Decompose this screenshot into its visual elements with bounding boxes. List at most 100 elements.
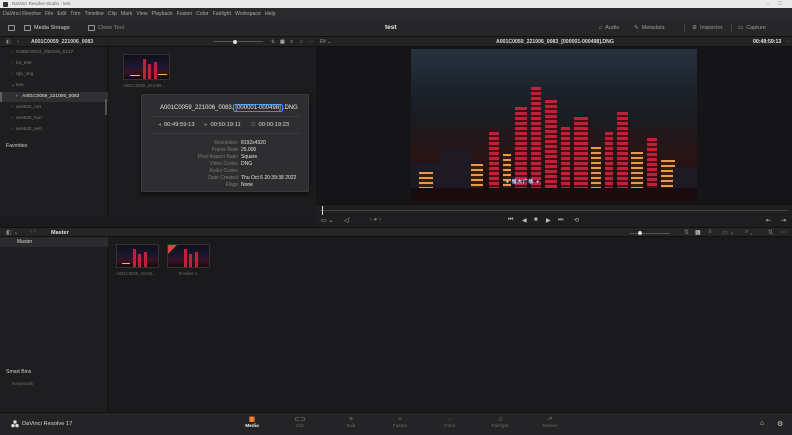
timeline-badge-icon — [168, 245, 177, 254]
search-icon[interactable]: ⌕ ⌄ — [745, 229, 753, 236]
page-tab-edit[interactable]: ≡ Edit — [331, 415, 371, 429]
volume-icon[interactable]: ◁ʾ — [344, 217, 351, 224]
menu-workspace[interactable]: Workspace — [235, 11, 261, 17]
settings-gear-icon[interactable]: ⚙ — [777, 420, 783, 428]
viewer-mode-icon[interactable]: ▭ ⌄ — [321, 217, 333, 224]
list-view-icon[interactable]: ≡ — [708, 229, 712, 235]
more-options-icon[interactable]: ⋯ — [780, 229, 786, 236]
cut-page-icon: ⊏⊐ — [294, 416, 306, 423]
transport-controls: ▭ ⌄ ◁ʾ ‹ ● › ⏮ ◀ ■ ▶ ⏭ ⟲ ⇤ ⇥ — [316, 215, 792, 227]
bin-master[interactable]: Master — [0, 237, 108, 247]
stop-icon[interactable]: ■ — [534, 217, 538, 223]
metadata-button[interactable]: ✎ Metadata — [634, 23, 665, 33]
go-to-end-icon[interactable]: ⏭ — [558, 217, 563, 224]
toolbar-divider — [684, 24, 685, 32]
reverse-play-icon[interactable]: ◀ — [522, 217, 527, 224]
go-to-start-icon[interactable]: ⏮ — [508, 217, 513, 224]
loop-icon[interactable]: ⟲ — [574, 217, 579, 224]
toolbar-divider — [731, 24, 732, 32]
page-tab-cut[interactable]: ⊏⊐ Cut — [280, 415, 320, 429]
keywords-bin[interactable]: Keywords — [12, 382, 33, 387]
source-viewer[interactable]: ● 恒大广场 ● — [316, 47, 792, 204]
slider-handle[interactable] — [233, 39, 237, 44]
media-storage-label: Media Storage — [34, 25, 70, 31]
more-options-icon[interactable]: ⋯ — [785, 37, 790, 47]
menu-help[interactable]: Help — [265, 11, 276, 17]
menu-color[interactable]: Color — [196, 11, 208, 17]
project-title: test — [385, 24, 397, 31]
nav-arrows[interactable]: ‹ › — [30, 229, 36, 235]
sidebar-toggle-icon[interactable]: ◧ ⌄ — [6, 229, 18, 236]
mark-in-icon[interactable]: ⇤ — [766, 217, 771, 224]
clip-caption: A001C0059_221006... — [123, 83, 165, 88]
sidebar-toggle-icon[interactable]: ◧ — [6, 37, 11, 47]
more-options-icon[interactable]: ⋯ — [309, 37, 314, 47]
viewer-scrubber[interactable] — [316, 204, 792, 215]
menu-timeline[interactable]: Timeline — [84, 11, 103, 17]
clone-tool-label: Clone Tool — [98, 25, 124, 31]
tree-item[interactable]: › wm630_test — [0, 125, 108, 135]
menu-fusion[interactable]: Fusion — [177, 11, 193, 17]
playhead[interactable] — [322, 206, 323, 215]
tree-item[interactable]: › rgb_img — [0, 70, 108, 80]
filter-icon[interactable]: ⇅ — [768, 229, 773, 236]
clone-tool-button[interactable]: Clone Tool — [88, 23, 124, 33]
zoom-fit-dropdown[interactable]: Fit ⌄ — [320, 37, 332, 47]
thumbnail-size-slider[interactable] — [213, 41, 263, 42]
panel-layout-button[interactable] — [8, 23, 15, 33]
smart-bins-label: Smart Bins — [6, 369, 32, 375]
window-controls[interactable]: ⎯ ☐ — [767, 0, 786, 8]
back-chevron-icon[interactable]: ‹ — [17, 37, 19, 47]
menu-edit[interactable]: Edit — [57, 11, 66, 17]
frame-range-highlight: [000001-000498] — [233, 104, 283, 112]
page-tab-color[interactable]: ◌ Color — [430, 415, 470, 429]
tree-item[interactable]: › lut_test — [0, 59, 108, 69]
menu-fairlight[interactable]: Fairlight — [213, 11, 231, 17]
audio-button[interactable]: ♫ Audio — [598, 23, 619, 33]
page-tab-fairlight[interactable]: ♫ Fairlight — [480, 415, 520, 429]
jog-control[interactable]: ‹ ● › — [370, 217, 381, 223]
tree-item[interactable]: ⌄ test — [0, 81, 108, 91]
capture-button[interactable]: ▭ Capture — [738, 23, 766, 33]
tree-item[interactable]: › wm630_sun — [0, 114, 108, 124]
menu-bar: DaVinci Resolve File Edit Trim Timeline … — [0, 8, 792, 19]
sort-icon[interactable]: ⇅ — [271, 37, 275, 47]
menu-clip[interactable]: Clip — [108, 11, 117, 17]
pool-clip-thumbnail[interactable] — [116, 244, 159, 268]
storage-path: A001C0059_221006_0083 — [31, 39, 94, 45]
menu-trim[interactable]: Trim — [70, 11, 80, 17]
home-icon[interactable]: ⌂ — [760, 420, 764, 427]
pool-timeline-caption: Timeline 1 — [178, 271, 198, 276]
search-icon[interactable]: ⌕ — [300, 37, 303, 47]
audio-label: Audio — [605, 25, 620, 31]
tree-item-selected[interactable]: › A001C0059_221006_0083 — [0, 92, 108, 102]
page-tab-media[interactable]: ▣ Media — [232, 413, 272, 434]
tree-item[interactable]: › wm630_run — [0, 103, 108, 113]
page-tab-deliver[interactable]: ⬏ Deliver — [530, 415, 570, 429]
menu-file[interactable]: File — [45, 11, 53, 17]
clip-thumbnail[interactable] — [123, 54, 170, 80]
page-tab-fusion[interactable]: ✧ Fusion — [380, 415, 420, 429]
play-icon[interactable]: ▶ — [546, 217, 551, 224]
chevron-right-icon: › — [11, 116, 13, 121]
menu-playback[interactable]: Playback — [152, 11, 173, 17]
tc-duration: ⊙ 00:00:19:23 — [250, 122, 290, 128]
list-view-icon[interactable]: ≡ — [290, 37, 293, 47]
slider-handle[interactable] — [638, 231, 642, 235]
inspector-button[interactable]: ⚙ Inspector — [692, 23, 723, 33]
menu-mark[interactable]: Mark — [121, 11, 133, 17]
sort-icon[interactable]: ⇅ — [684, 229, 689, 236]
mark-out-icon[interactable]: ⇥ — [781, 217, 786, 224]
duration-icon: ⊙ — [250, 122, 256, 128]
tree-item[interactable]: › K065C0023_230315_0137 — [0, 48, 108, 58]
media-storage-button[interactable]: Media Storage — [24, 23, 70, 33]
menu-davinci-resolve[interactable]: DaVinci Resolve — [3, 11, 41, 17]
thumbnail-view-icon[interactable]: ▦ — [280, 37, 285, 47]
pool-timeline-thumbnail[interactable] — [167, 244, 210, 268]
tree-scrollbar[interactable] — [105, 99, 107, 115]
metadata-view-icon[interactable]: ▭ ⌄ — [722, 229, 734, 236]
thumbnail-size-slider[interactable] — [630, 232, 670, 234]
thumbnail-view-icon[interactable]: ▦ — [695, 229, 701, 236]
window-title-bar: DaVinci Resolve Studio - test ⎯ ☐ — [0, 0, 792, 8]
menu-view[interactable]: View — [136, 11, 147, 17]
